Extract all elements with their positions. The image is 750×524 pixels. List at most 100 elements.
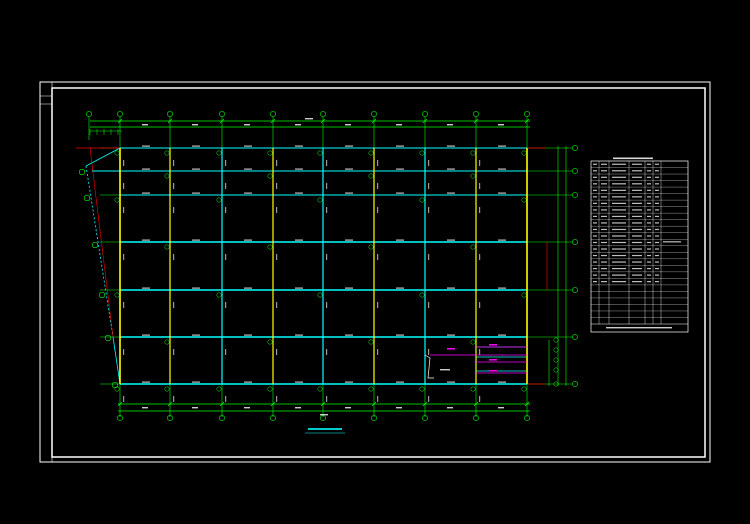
column-tag-6-2 xyxy=(428,207,430,213)
table-cell-mark-2-2 xyxy=(612,176,626,178)
table-cell-mark-13-3 xyxy=(632,248,642,250)
table-cell-mark-8-5 xyxy=(655,215,659,218)
bracing-tag-2 xyxy=(489,344,497,346)
axis-bubble-top-0 xyxy=(117,111,123,117)
table-cell-mark-16-2 xyxy=(612,267,626,270)
table-cell-mark-13-5 xyxy=(655,248,659,250)
table-cell-mark-14-5 xyxy=(655,254,659,257)
table-cell-mark-13-0 xyxy=(593,248,597,250)
axis-bubble-top-2 xyxy=(219,111,225,117)
axis-bubble-right-small-3 xyxy=(553,367,559,373)
table-cell-mark-0-1 xyxy=(601,163,607,165)
inner-frame xyxy=(51,87,706,458)
table-cell-mark-9-4 xyxy=(647,222,651,224)
column-tag-0-6 xyxy=(123,396,125,402)
sloped-edge-line xyxy=(85,165,114,338)
node-bubble-5-5 xyxy=(368,339,374,345)
axis-bubble-left-4 xyxy=(104,334,112,342)
table-cell-mark-11-1 xyxy=(601,235,607,237)
table-cell-mark-8-2 xyxy=(612,215,626,218)
column-tag-3-1 xyxy=(276,183,278,189)
table-cell-mark-4-4 xyxy=(647,189,651,191)
dim-label-top-2 xyxy=(244,124,250,126)
node-bubble-8-2 xyxy=(521,197,527,203)
axis-bubble-right-2 xyxy=(572,192,578,198)
table-cell-mark-3-0 xyxy=(593,183,597,185)
axis-bubble-right-6 xyxy=(572,381,578,387)
table-cell-mark-18-4 xyxy=(647,281,651,283)
axis-bubble-top-6 xyxy=(422,111,428,117)
node-bubble-0-2 xyxy=(114,197,120,203)
table-cell-mark-11-2 xyxy=(612,235,626,237)
column-tag-0-2 xyxy=(123,207,125,213)
dim-label-top-0 xyxy=(142,124,148,126)
node-bubble-8-6 xyxy=(521,386,527,392)
node-bubble-2-6 xyxy=(216,386,222,392)
table-cell-mark-1-0 xyxy=(593,170,597,172)
table-cell-mark-3-4 xyxy=(647,183,651,185)
node-bubble-1-5 xyxy=(164,339,170,345)
axis-bubble-left-0 xyxy=(78,168,86,176)
column-tag-7-1 xyxy=(479,183,481,189)
table-cell-mark-3-3 xyxy=(632,183,642,185)
table-cell-mark-8-0 xyxy=(593,215,597,218)
column-tag-2-6 xyxy=(225,396,227,402)
beam-tag-0-2 xyxy=(142,192,150,194)
table-cell-mark-1-5 xyxy=(655,170,659,172)
table-cell-mark-1-1 xyxy=(601,170,607,172)
table-cell-mark-8-4 xyxy=(647,215,651,218)
table-cell-mark-12-0 xyxy=(593,241,597,244)
column-tag-0-1 xyxy=(123,183,125,189)
dim-label-top-overall xyxy=(305,118,313,120)
column-tag-1-3 xyxy=(173,254,175,260)
node-bubble-3-0 xyxy=(267,150,273,156)
column-tag-5-1 xyxy=(377,183,379,189)
axis-bubble-right-small-2 xyxy=(553,357,559,363)
axis-bubble-top-5 xyxy=(371,111,377,117)
column-tag-3-6 xyxy=(276,396,278,402)
table-cell-mark-7-1 xyxy=(601,209,607,211)
axis-bubble-top-3 xyxy=(270,111,276,117)
beam-tag-2-4 xyxy=(244,287,252,289)
axis-bubble-right-1 xyxy=(572,168,578,174)
node-bubble-8-4 xyxy=(521,292,527,298)
table-cell-mark-10-5 xyxy=(655,228,659,231)
beam-tag-2-6 xyxy=(244,381,252,383)
table-cell-mark-14-1 xyxy=(601,254,607,257)
table-cell-mark-6-3 xyxy=(632,202,642,204)
beam-tag-2-3 xyxy=(244,239,252,241)
node-bubble-6-0 xyxy=(419,150,425,156)
beam-tag-3-6 xyxy=(295,381,303,383)
table-border xyxy=(590,160,689,333)
table-note-mark xyxy=(606,327,672,329)
table-cell-mark-7-3 xyxy=(632,209,642,211)
node-bubble-7-3 xyxy=(470,244,476,250)
node-bubble-8-0 xyxy=(521,150,527,156)
column-tag-3-5 xyxy=(276,349,278,355)
beam-tag-0-3 xyxy=(142,239,150,241)
column-tag-6-4 xyxy=(428,302,430,308)
opening-outline xyxy=(424,354,434,379)
table-cell-mark-17-2 xyxy=(612,274,626,276)
dim-label-bottom-5 xyxy=(396,407,402,409)
node-bubble-6-6 xyxy=(419,386,425,392)
table-cell-mark-0-5 xyxy=(655,163,659,165)
beam-tag-3-2 xyxy=(295,192,303,194)
beam-tag-3-1 xyxy=(295,168,303,170)
table-cell-mark-6-4 xyxy=(647,202,651,204)
beam-tag-1-1 xyxy=(192,168,200,170)
table-cell-mark-11-3 xyxy=(632,235,642,237)
beam-tag-1-2 xyxy=(192,192,200,194)
column-tag-1-2 xyxy=(173,207,175,213)
table-cell-mark-17-5 xyxy=(655,274,659,276)
beam-tag-3-4 xyxy=(295,287,303,289)
table-cell-mark-4-5 xyxy=(655,189,659,191)
table-cell-mark-7-4 xyxy=(647,209,651,211)
node-bubble-1-3 xyxy=(164,244,170,250)
node-bubble-2-0 xyxy=(216,150,222,156)
table-cell-mark-0-4 xyxy=(647,163,651,165)
table-cell-mark-10-1 xyxy=(601,228,607,231)
dim-label-top-7 xyxy=(498,124,504,126)
beam-tag-0-5 xyxy=(142,334,150,336)
table-cell-mark-0-3 xyxy=(632,163,642,165)
